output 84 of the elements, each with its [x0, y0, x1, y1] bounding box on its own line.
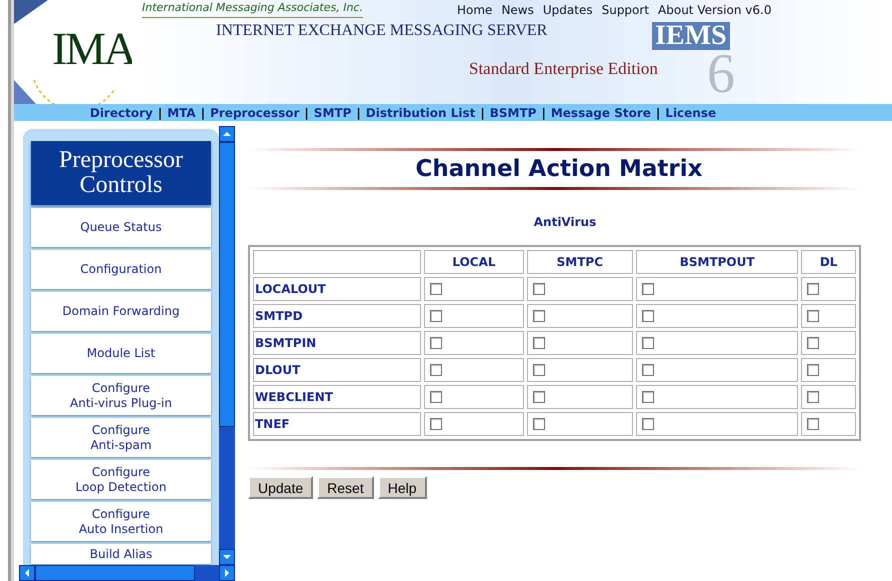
scroll-left-button[interactable]	[19, 565, 35, 581]
checkbox[interactable]	[430, 418, 442, 430]
scroll-thumb[interactable]	[219, 142, 235, 427]
page-title: Channel Action Matrix	[414, 155, 704, 184]
checkbox[interactable]	[430, 364, 442, 376]
sidebar-item[interactable]: Configure Loop Detection	[31, 460, 211, 499]
up-arrow-icon	[223, 132, 231, 136]
column-header: DL	[801, 250, 856, 274]
nav-link[interactable]: Message Store	[550, 104, 651, 122]
checkbox[interactable]	[807, 283, 820, 295]
checkbox[interactable]	[807, 364, 820, 376]
nav-separator: |	[656, 104, 660, 122]
section-title: AntiVirus	[532, 214, 598, 231]
sidebar-item[interactable]: Module List	[31, 334, 211, 373]
sidebar-item[interactable]: Configuration	[31, 250, 211, 289]
checkbox[interactable]	[807, 337, 820, 349]
checkbox[interactable]	[430, 391, 442, 403]
nav-separator: |	[304, 104, 309, 122]
checkbox[interactable]	[807, 391, 820, 403]
checkbox[interactable]	[642, 418, 654, 430]
left-arrow-icon	[25, 569, 29, 577]
checkbox[interactable]	[430, 283, 442, 295]
nav-link[interactable]: License	[665, 104, 716, 122]
checkbox[interactable]	[642, 283, 654, 295]
row-header: WEBCLIENT	[253, 385, 422, 409]
checkbox[interactable]	[430, 310, 442, 322]
nav-link[interactable]: Preprocessor	[210, 104, 300, 122]
column-header: LOCAL	[424, 250, 524, 274]
logo-text: IMA	[52, 26, 135, 72]
sidebar-title: Preprocessor Controls	[31, 141, 211, 205]
column-header: SMTPC	[526, 250, 634, 274]
checkbox[interactable]	[642, 391, 654, 403]
edition-name: Standard Enterprise Edition	[469, 58, 658, 80]
action-button[interactable]: Update	[248, 476, 314, 499]
row-header: TNEF	[253, 412, 422, 436]
row-header: DLOUT	[253, 358, 422, 382]
row-header: LOCALOUT	[253, 277, 422, 301]
company-name: International Messaging Associates, Inc.	[142, 0, 363, 18]
right-arrow-icon	[225, 569, 229, 577]
checkbox[interactable]	[532, 364, 545, 376]
checkbox[interactable]	[532, 337, 545, 349]
sidebar-item[interactable]: Build Alias	[31, 544, 211, 564]
action-button[interactable]: Help	[378, 476, 427, 499]
down-arrow-icon	[223, 555, 231, 559]
action-button[interactable]: Reset	[317, 476, 374, 499]
sidebar-item[interactable]: Configure Auto Insertion	[31, 502, 211, 541]
scroll-down-button[interactable]	[219, 549, 235, 565]
scroll-thumb[interactable]	[35, 565, 195, 581]
nav-link[interactable]: MTA	[167, 104, 196, 122]
nav-separator: |	[356, 104, 361, 122]
nav-link[interactable]: BSMTP	[490, 104, 536, 122]
sidebar-item[interactable]: Domain Forwarding	[31, 292, 211, 331]
checkbox[interactable]	[532, 310, 545, 322]
scroll-up-button[interactable]	[219, 126, 235, 142]
checkbox[interactable]	[642, 310, 654, 322]
product-short-name: IEMS	[652, 22, 730, 50]
sidebar-item[interactable]: Configure Anti-spam	[31, 418, 211, 457]
sidebar-item[interactable]: Configure Anti-virus Plug-in	[31, 376, 211, 415]
checkbox[interactable]	[430, 337, 442, 349]
header-link[interactable]: About Version v6.0	[658, 1, 772, 19]
checkbox[interactable]	[807, 418, 820, 430]
nav-separator: |	[200, 104, 206, 122]
scroll-right-button[interactable]	[219, 565, 235, 581]
row-header: SMTPD	[253, 304, 422, 328]
nav-separator: |	[158, 104, 162, 122]
nav-separator: |	[541, 104, 546, 122]
checkbox[interactable]	[532, 283, 545, 295]
header-link[interactable]: Support	[602, 1, 650, 19]
nav-link[interactable]: SMTP	[314, 104, 352, 122]
header-link[interactable]: Home	[457, 1, 492, 19]
checkbox[interactable]	[642, 337, 654, 349]
header-link[interactable]: News	[501, 1, 534, 19]
sidebar-item[interactable]: Queue Status	[31, 208, 211, 247]
nav-link[interactable]: Distribution List	[366, 104, 476, 122]
checkbox[interactable]	[532, 391, 545, 403]
column-header: BSMTPOUT	[636, 250, 798, 274]
checkbox[interactable]	[807, 310, 820, 322]
header-link[interactable]: Updates	[542, 1, 593, 19]
nav-separator: |	[480, 104, 485, 122]
product-title: INTERNET EXCHANGE MESSAGING SERVER	[216, 21, 548, 41]
nav-link[interactable]: Directory	[90, 104, 153, 122]
checkbox[interactable]	[532, 418, 545, 430]
row-header: BSMTPIN	[253, 331, 422, 355]
checkbox[interactable]	[642, 364, 654, 376]
